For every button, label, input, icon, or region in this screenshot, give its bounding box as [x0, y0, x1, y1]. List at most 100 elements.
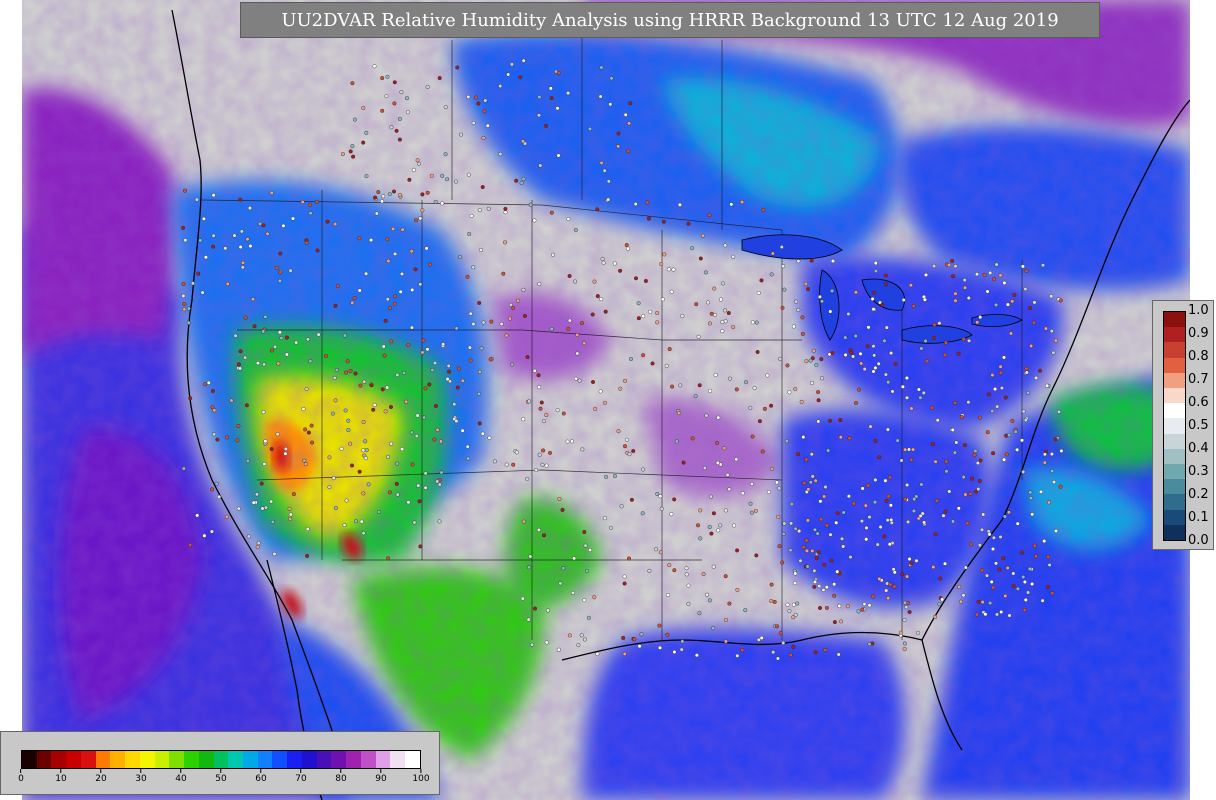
station-dot: [398, 289, 403, 294]
station-dot: [953, 298, 958, 303]
station-dot: [364, 271, 369, 276]
station-dot: [998, 364, 1003, 369]
station-dot: [397, 137, 402, 142]
station-dot: [887, 542, 892, 547]
station-dot: [1034, 375, 1039, 380]
station-dot: [749, 510, 754, 515]
station-dot: [527, 565, 532, 570]
station-dot: [769, 272, 774, 277]
station-dot: [279, 336, 284, 341]
station-dot: [862, 367, 867, 372]
station-dot: [477, 421, 482, 426]
station-dot: [725, 472, 730, 477]
station-dot: [769, 599, 774, 604]
station-dot: [918, 395, 923, 400]
station-dot: [395, 372, 400, 377]
station-dot: [801, 545, 806, 550]
station-dot: [1049, 452, 1054, 457]
station-dot: [818, 606, 823, 611]
station-dot: [985, 430, 990, 435]
station-dot: [454, 326, 459, 331]
station-dot: [622, 651, 627, 656]
station-dot: [1039, 489, 1044, 494]
station-dot: [211, 233, 216, 238]
station-dot: [704, 413, 709, 418]
station-dot: [787, 390, 792, 395]
station-dot: [399, 90, 404, 95]
station-dot: [777, 544, 782, 549]
station-dot: [350, 300, 355, 305]
fraction-colorbar-tick-label: 0.6: [1188, 395, 1209, 410]
rh-colorbar-segment: [184, 751, 199, 768]
station-dot: [883, 273, 888, 278]
station-dot: [530, 642, 535, 647]
station-dot: [573, 279, 578, 284]
station-dot: [526, 617, 531, 622]
station-dot: [566, 326, 571, 331]
station-dot: [420, 350, 425, 355]
station-dot: [627, 556, 632, 561]
station-dot: [448, 379, 453, 384]
station-dot: [735, 548, 740, 553]
station-dot: [477, 208, 482, 213]
station-dot: [645, 200, 650, 205]
rh-colorbar-tick-label: 0: [18, 769, 24, 784]
station-dot: [1032, 543, 1037, 548]
station-dot: [478, 247, 483, 252]
station-dot: [485, 123, 490, 128]
station-dot: [873, 439, 878, 444]
station-dot: [504, 333, 509, 338]
station-dot: [793, 526, 798, 531]
station-dot: [859, 519, 864, 524]
station-dot: [1002, 457, 1007, 462]
station-dot: [389, 339, 394, 344]
station-dot: [624, 437, 629, 442]
station-dot: [778, 356, 783, 361]
station-dot: [1021, 575, 1026, 580]
station-dot: [1004, 452, 1009, 457]
station-dot: [471, 265, 476, 270]
station-dot: [680, 639, 685, 644]
station-dot: [757, 419, 762, 424]
station-dot: [909, 406, 914, 411]
station-dot: [580, 447, 585, 452]
station-dot: [507, 316, 512, 321]
station-dot: [423, 386, 428, 391]
station-dot: [957, 584, 962, 589]
station-dot: [796, 259, 801, 264]
station-dot: [860, 486, 865, 491]
station-dot: [433, 199, 438, 204]
station-dot: [243, 355, 248, 360]
station-dot: [516, 298, 521, 303]
station-dot: [385, 237, 390, 242]
station-dot: [466, 94, 471, 99]
station-dot: [452, 402, 457, 407]
station-dot: [288, 512, 293, 517]
station-dot: [795, 601, 800, 606]
rh-colorbar-segment: [405, 751, 420, 768]
station-dot: [618, 386, 623, 391]
station-dot: [510, 362, 515, 367]
fraction-colorbar-tick-label: 0.8: [1188, 349, 1209, 364]
station-dot: [864, 537, 869, 542]
station-dot: [382, 353, 387, 358]
rh-colorbar-segment: [36, 751, 52, 768]
station-dot: [669, 289, 674, 294]
station-dot: [782, 287, 787, 292]
station-dot: [805, 564, 810, 569]
station-dot: [371, 407, 376, 412]
station-dot: [334, 368, 339, 373]
station-dot: [262, 462, 267, 467]
station-dot: [686, 583, 691, 588]
station-dot: [824, 523, 829, 528]
station-dot: [427, 382, 432, 387]
station-dot: [217, 494, 222, 499]
station-dot: [978, 458, 983, 463]
station-dot: [302, 458, 307, 463]
station-dot: [810, 474, 815, 479]
station-dot: [970, 476, 975, 481]
rh-colorbar-segment: [257, 751, 273, 768]
station-dot: [866, 325, 871, 330]
station-dot: [903, 600, 908, 605]
station-dot: [477, 391, 482, 396]
